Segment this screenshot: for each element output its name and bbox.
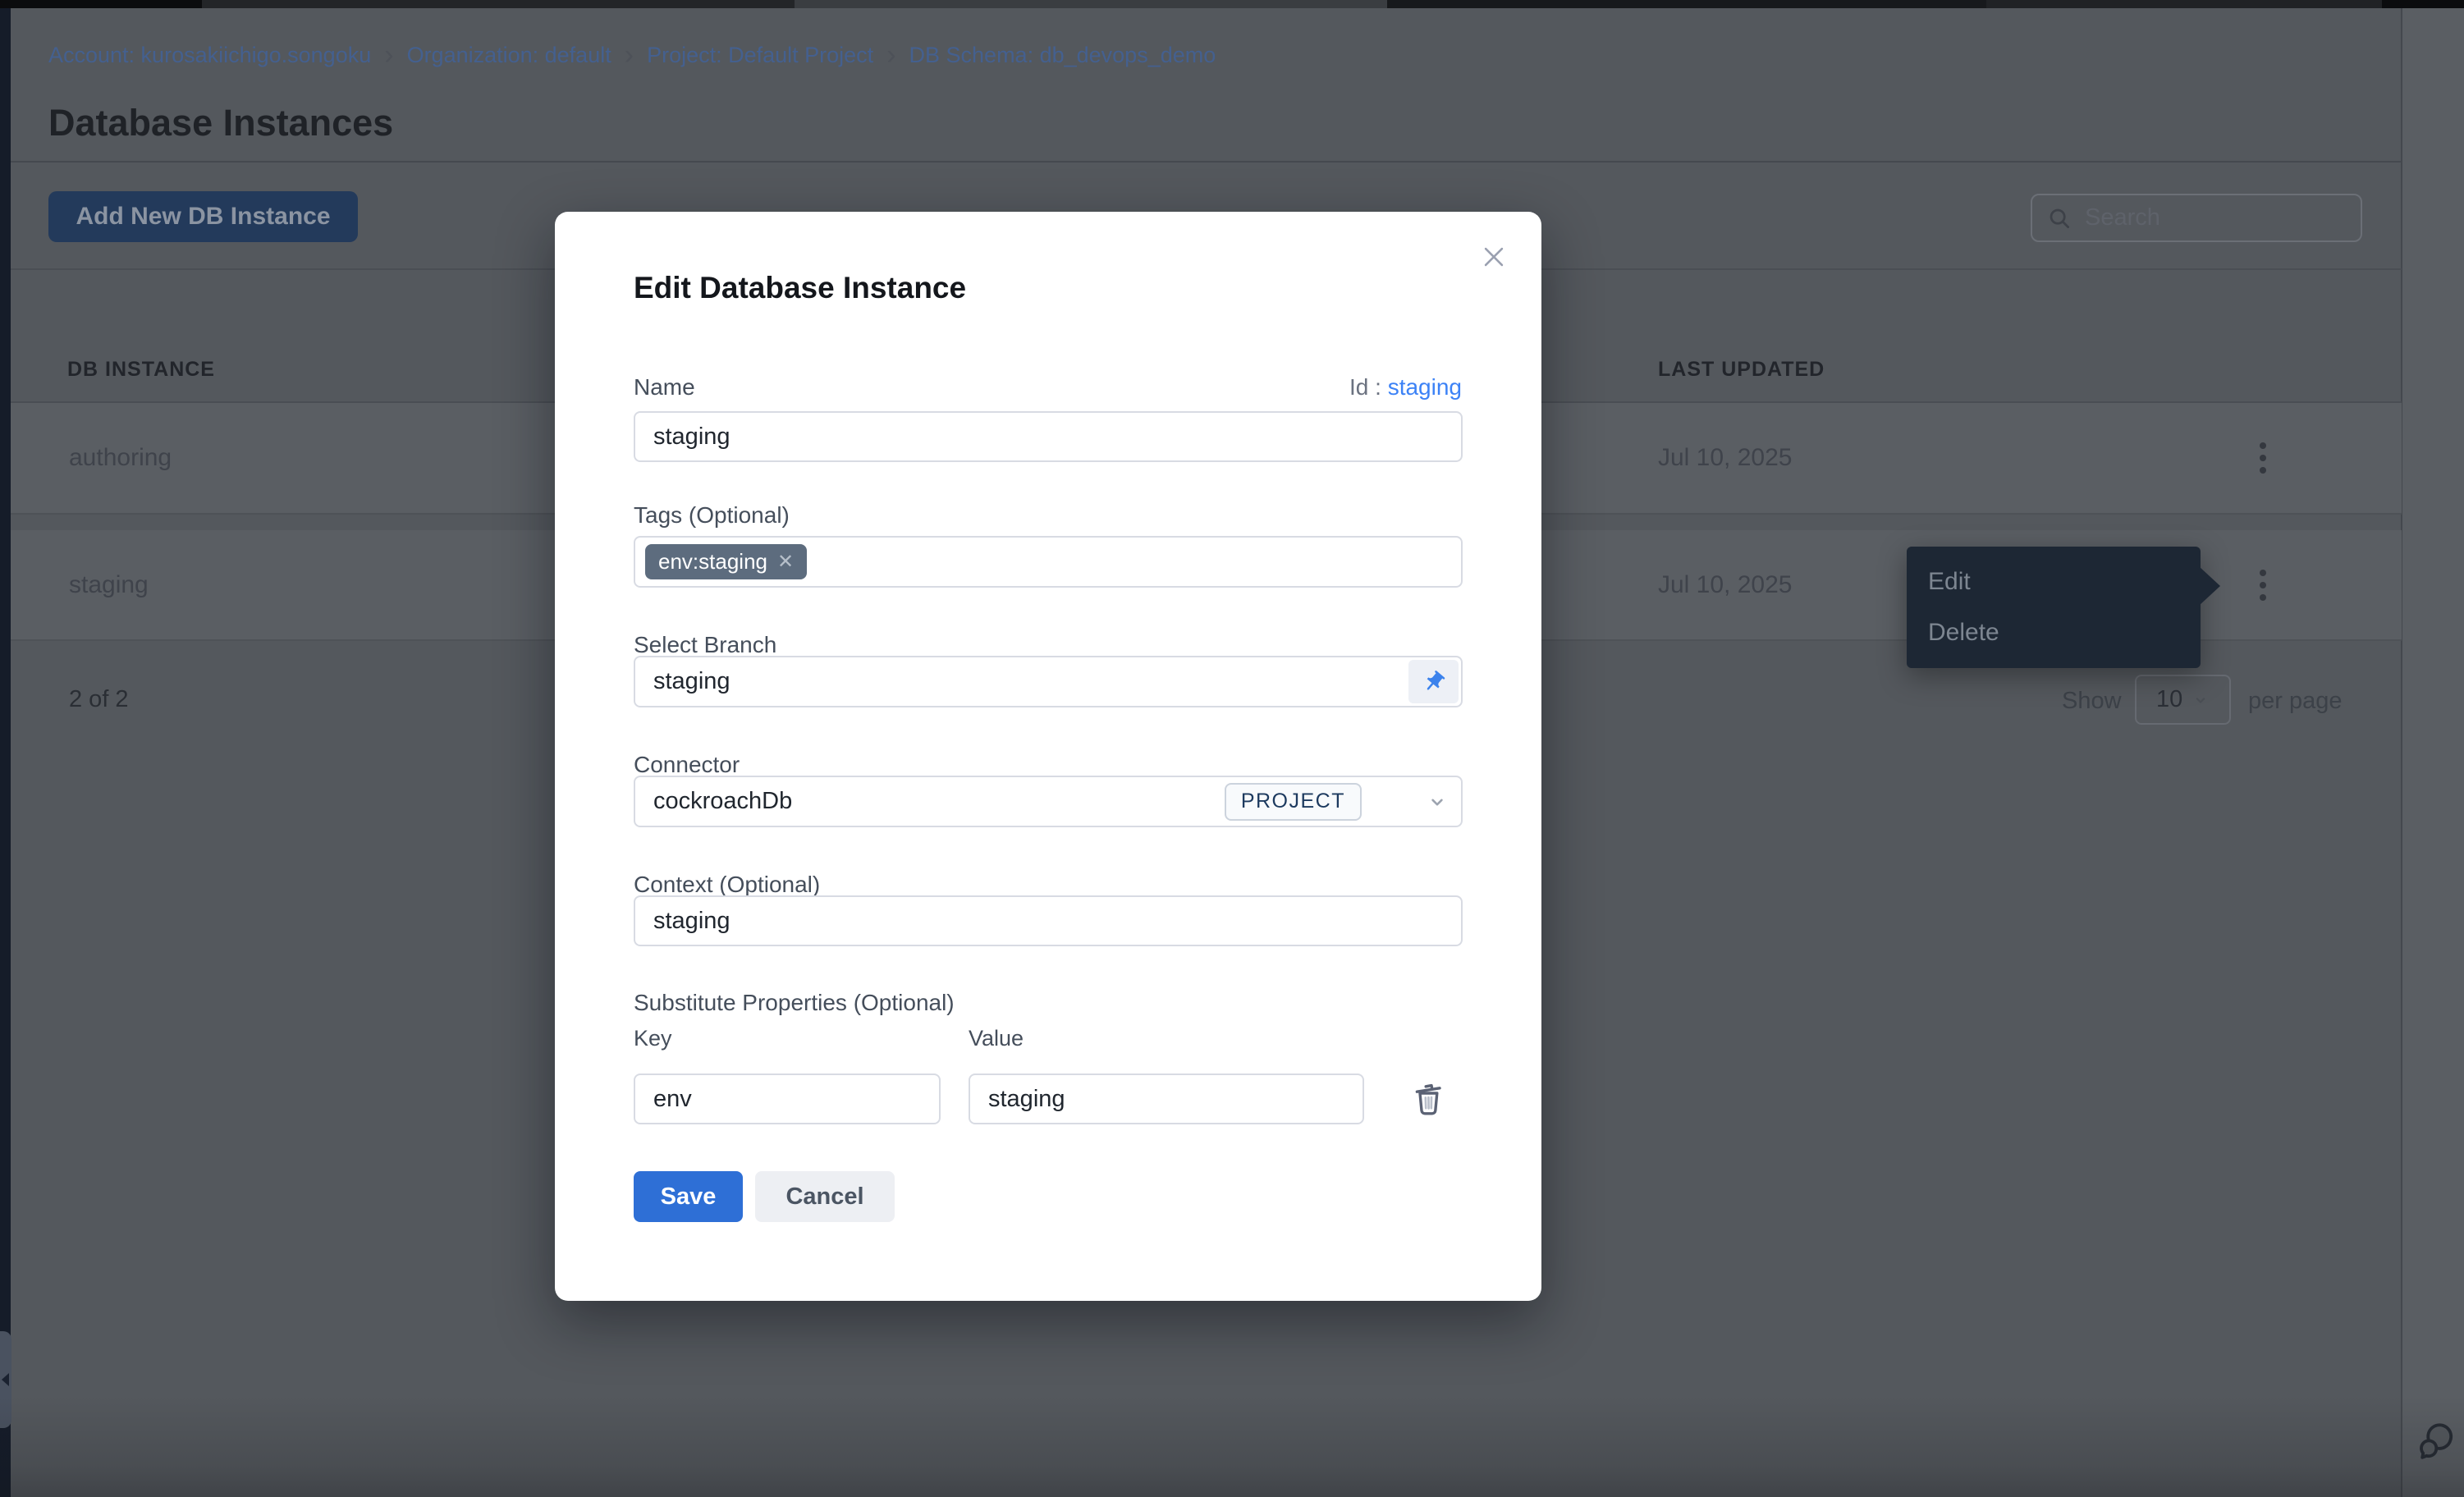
page-size-select[interactable]: 10	[2135, 675, 2231, 725]
kebab-menu-icon	[2260, 455, 2266, 461]
search-input[interactable]	[2083, 204, 2346, 232]
pagination-summary: 2 of 2	[69, 686, 129, 713]
last-updated-value: Jul 10, 2025	[1658, 403, 1792, 513]
chevron-down-icon	[1427, 791, 1448, 813]
pushpin-icon	[1416, 664, 1450, 698]
row-actions-kebab-button[interactable]	[2242, 437, 2284, 479]
branch-field-label: Select Branch	[634, 632, 776, 658]
browser-tab	[1986, 0, 2382, 8]
chevron-right-icon	[384, 44, 393, 66]
tag-chip: env:staging	[645, 544, 807, 579]
remove-tag-icon[interactable]	[777, 550, 794, 574]
chat-bubbles-icon	[2415, 1420, 2459, 1466]
db-instance-name: staging	[69, 530, 149, 639]
branch-select[interactable]: staging	[634, 656, 1463, 707]
name-field-label: Name	[634, 374, 695, 401]
browser-tab	[1387, 0, 1986, 8]
bottom-shadow-gradient	[0, 1395, 2464, 1497]
substitute-properties-label: Substitute Properties (Optional)	[634, 990, 955, 1016]
instance-id-line: Id : staging	[1349, 374, 1462, 401]
context-input[interactable]	[634, 895, 1463, 946]
right-gutter	[2402, 8, 2464, 1497]
chevron-right-icon	[625, 44, 634, 66]
context-menu-item-edit[interactable]: Edit	[1907, 556, 2201, 607]
branch-value: staging	[653, 657, 730, 706]
column-header-last-updated: LAST UPDATED	[1658, 358, 1825, 382]
column-header-db-instance: DB INSTANCE	[67, 358, 215, 382]
tag-chip-label: env:staging	[658, 549, 767, 575]
breadcrumb: Account: kurosakiichigo.songoku Organiza…	[48, 43, 1216, 68]
modal-title: Edit Database Instance	[634, 271, 966, 305]
close-icon	[1480, 243, 1508, 271]
delete-substitute-row-button[interactable]	[1405, 1072, 1451, 1124]
db-instance-name: authoring	[69, 403, 172, 513]
page-size-value: 10	[2156, 686, 2182, 713]
row-actions-context-menu: Edit Delete	[1907, 547, 2201, 668]
row-actions-kebab-button[interactable]	[2242, 564, 2284, 607]
cancel-button[interactable]: Cancel	[755, 1171, 895, 1222]
search-box	[2031, 194, 2362, 242]
id-label: Id :	[1349, 374, 1381, 400]
connector-select[interactable]: cockroachDb PROJECT	[634, 776, 1463, 827]
app-root: Account: kurosakiichigo.songoku Organiza…	[0, 0, 2464, 1497]
context-menu-item-delete[interactable]: Delete	[1907, 607, 2201, 658]
browser-tab-strip	[0, 0, 2464, 8]
tags-input[interactable]: env:staging	[634, 536, 1463, 588]
save-button[interactable]: Save	[634, 1171, 743, 1222]
breadcrumb-link-db-schema[interactable]: DB Schema: db_devops_demo	[909, 43, 1216, 68]
left-edge-strip	[0, 8, 11, 1497]
header-divider	[11, 161, 2402, 163]
search-icon	[2047, 206, 2072, 231]
page-title: Database Instances	[48, 102, 393, 144]
add-new-db-instance-button[interactable]: Add New DB Instance	[48, 191, 358, 242]
browser-tab	[795, 0, 1387, 8]
panel-collapse-handle[interactable]	[0, 1331, 11, 1428]
chevron-right-icon	[886, 44, 895, 66]
breadcrumb-link-account[interactable]: Account: kurosakiichigo.songoku	[48, 43, 371, 68]
breadcrumb-link-project[interactable]: Project: Default Project	[647, 43, 873, 68]
tags-field-label: Tags (Optional)	[634, 502, 790, 529]
support-chat-button[interactable]	[2415, 1420, 2459, 1466]
browser-tab	[202, 0, 795, 8]
name-input[interactable]	[634, 411, 1463, 462]
value-column-label: Value	[969, 1026, 1024, 1051]
kebab-menu-icon	[2260, 582, 2266, 588]
connector-field-label: Connector	[634, 752, 740, 778]
last-updated-value: Jul 10, 2025	[1658, 530, 1792, 639]
connector-scope-badge: PROJECT	[1225, 783, 1362, 821]
context-field-label: Context (Optional)	[634, 872, 820, 898]
edit-database-instance-modal: Edit Database Instance Name Id : staging…	[555, 212, 1541, 1301]
id-value-link[interactable]: staging	[1388, 374, 1462, 400]
pagination-show-label: Show	[2062, 688, 2122, 715]
chevron-down-icon	[2192, 692, 2209, 708]
arrow-left-icon	[2, 1373, 9, 1386]
breadcrumb-link-organization[interactable]: Organization: default	[407, 43, 611, 68]
pagination-per-page-label: per page	[2248, 688, 2343, 715]
close-button[interactable]	[1476, 240, 1512, 276]
key-column-label: Key	[634, 1026, 672, 1051]
substitute-value-input[interactable]	[969, 1074, 1364, 1124]
connector-value: cockroachDb	[653, 777, 792, 826]
substitute-key-input[interactable]	[634, 1074, 941, 1124]
trash-icon	[1408, 1074, 1448, 1120]
pin-branch-button[interactable]	[1408, 660, 1459, 703]
